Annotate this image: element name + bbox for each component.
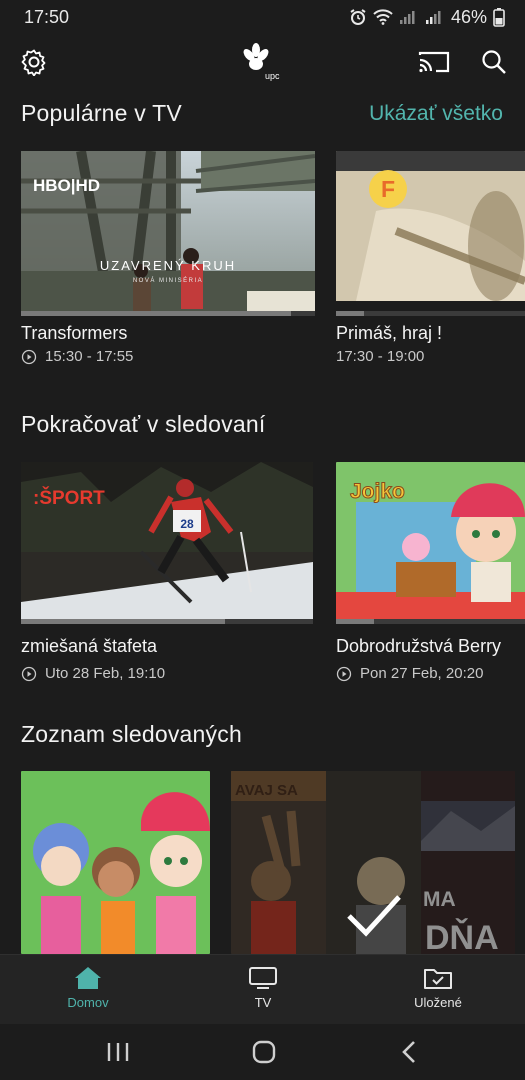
cast-icon[interactable] [417,48,451,76]
nav-tv[interactable]: TV [208,965,318,1010]
svg-text:HBO|HD: HBO|HD [33,176,100,195]
wifi-icon [373,9,393,25]
progress-fill [21,311,292,316]
thumbnail: Jojko [336,462,525,624]
nav-home[interactable]: Domov [33,965,143,1010]
card-title: Dobrodružstvá Berry [336,636,502,656]
thumbnail: AVAJ SA MA DŇA [231,771,515,954]
status-bar: 17:50 46% [0,0,525,34]
upc-logo: upc [240,42,286,82]
recent-apps-icon[interactable] [104,1038,132,1066]
svg-text::ŠPORT: :ŠPORT [33,487,105,509]
continue-card-1[interactable]: 28 :ŠPORT zmiešaná štafeta Uto 28 Feb, 1… [21,462,313,690]
bottom-nav: Domov TV Uložené [0,954,525,1024]
status-time: 17:50 [24,6,70,27]
progress-bar [21,311,315,316]
nav-home-label: Domov [67,995,109,1010]
nav-saved-label: Uložené [414,995,462,1010]
thumbnail: 28 :ŠPORT [21,462,313,624]
battery-percent: 46% [450,6,487,27]
card-time: Pon 27 Feb, 20:20 [336,665,483,682]
play-circle-icon [21,666,37,681]
nav-tv-label: TV [254,995,272,1010]
status-icons: 46% [349,7,505,28]
card-title: Transformers [21,323,128,343]
watchlist-card-1[interactable] [21,771,210,954]
section-title-continue: Pokračovať v sledovaní [21,411,266,437]
watchlist-card-2[interactable]: AVAJ SA MA DŇA [231,771,515,954]
system-nav [0,1024,525,1080]
progress-bar [336,619,525,624]
progress-bar [336,311,525,316]
svg-text:NOVÁ MINISÉRIA: NOVÁ MINISÉRIA [133,277,203,284]
progress-fill [21,619,226,624]
progress-bar [21,619,313,624]
svg-text:28: 28 [180,517,194,531]
popular-card-1[interactable]: HBO|HD UZAVRENÝ KRUH NOVÁ MINISÉRIA Tran… [21,151,315,366]
card-time-text: 17:30 - 19:00 [336,348,425,365]
show-all-link[interactable]: Ukázať všetko [369,102,503,126]
svg-text:upc: upc [265,71,280,81]
card-time: 15:30 - 17:55 [21,348,133,365]
battery-icon [493,8,505,27]
section-title-popular: Populárne v TV [21,100,182,126]
back-icon[interactable] [396,1038,424,1066]
card-title: zmiešaná štafeta [21,636,158,656]
progress-fill [336,619,374,624]
thumbnail: F [336,151,525,316]
nav-saved[interactable]: Uložené [383,965,493,1010]
play-circle-icon [21,349,37,364]
home-icon [75,967,101,989]
search-icon[interactable] [480,48,508,76]
svg-text:F: F [381,176,395,202]
thumbnail [21,771,210,954]
svg-text:UZAVRENÝ KRUH: UZAVRENÝ KRUH [100,258,236,273]
card-title: Primáš, hraj ! [336,323,443,343]
card-time-text: Uto 28 Feb, 19:10 [45,665,166,682]
popular-card-2[interactable]: F Primáš, hraj ! 17:30 - 19:00 [336,151,525,366]
progress-fill [336,311,365,316]
home-button-icon[interactable] [250,1038,278,1066]
tv-icon [249,967,277,989]
card-time-text: Pon 27 Feb, 20:20 [360,665,484,682]
play-circle-icon [336,666,352,681]
folder-check-icon [424,969,452,989]
card-time: 17:30 - 19:00 [336,348,424,365]
signal-icon [399,11,415,24]
app-header: upc [0,38,525,86]
card-time: Uto 28 Feb, 19:10 [21,665,165,682]
gear-icon[interactable] [20,48,48,76]
signal-icon-2 [425,11,441,24]
alarm-icon [350,9,366,25]
svg-text:Jojko: Jojko [350,480,405,503]
card-time-text: 15:30 - 17:55 [45,348,134,365]
section-title-watchlist: Zoznam sledovaných [21,721,242,747]
thumbnail: HBO|HD UZAVRENÝ KRUH NOVÁ MINISÉRIA [21,151,315,316]
continue-card-2[interactable]: Jojko Dobrodružstvá Berry Pon 27 Feb, 20… [336,462,525,690]
